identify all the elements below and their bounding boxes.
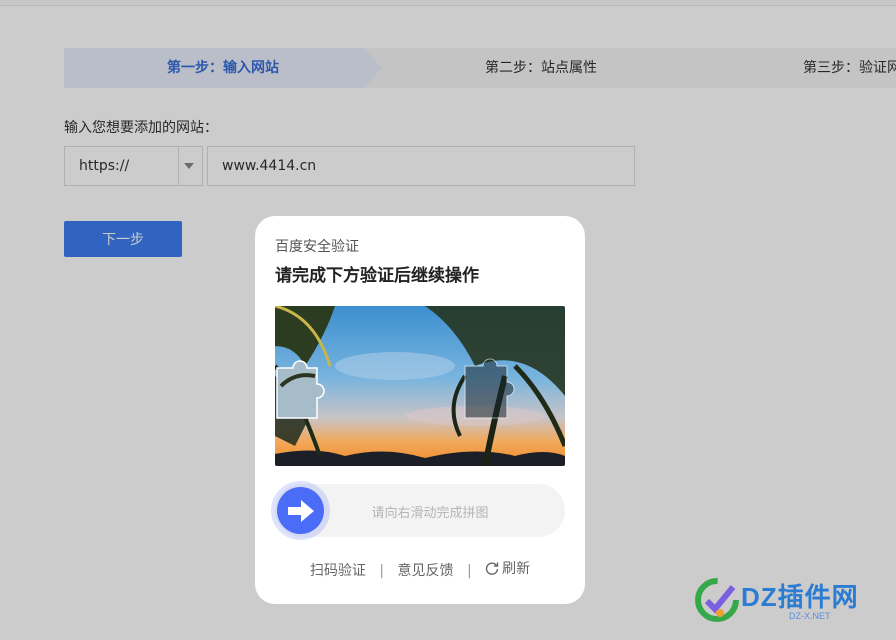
slider-hint: 请向右滑动完成拼图 (371, 506, 489, 521)
refresh-label: 刷新 (502, 561, 531, 577)
refresh-link[interactable]: 刷新 (485, 558, 530, 578)
logo-icon (695, 578, 739, 622)
site-watermark: DZ插件网 DZ-X.NET (693, 573, 893, 633)
slider-track[interactable]: 请向右滑动完成拼图 (275, 484, 565, 537)
watermark-brand: DZ插件网 (741, 582, 859, 612)
arrow-right-icon (288, 500, 314, 522)
captcha-title: 请完成下方验证后继续操作 (275, 266, 479, 286)
watermark-domain: DZ-X.NET (789, 611, 831, 621)
feedback-link[interactable]: 意见反馈 (398, 563, 454, 579)
slider-handle[interactable] (277, 487, 324, 534)
puzzle-image (275, 306, 565, 466)
captcha-dialog: 百度安全验证 请完成下方验证后继续操作 请向右滑动完成拼图 扫码验证 | 意见反… (255, 216, 585, 604)
qr-verify-link[interactable]: 扫码验证 (310, 563, 366, 579)
captcha-footer: 扫码验证 | 意见反馈 | 刷新 (255, 558, 585, 580)
footer-separator: | (379, 563, 385, 579)
refresh-icon (485, 562, 499, 575)
footer-separator: | (466, 563, 472, 579)
captcha-brand: 百度安全验证 (275, 239, 359, 255)
